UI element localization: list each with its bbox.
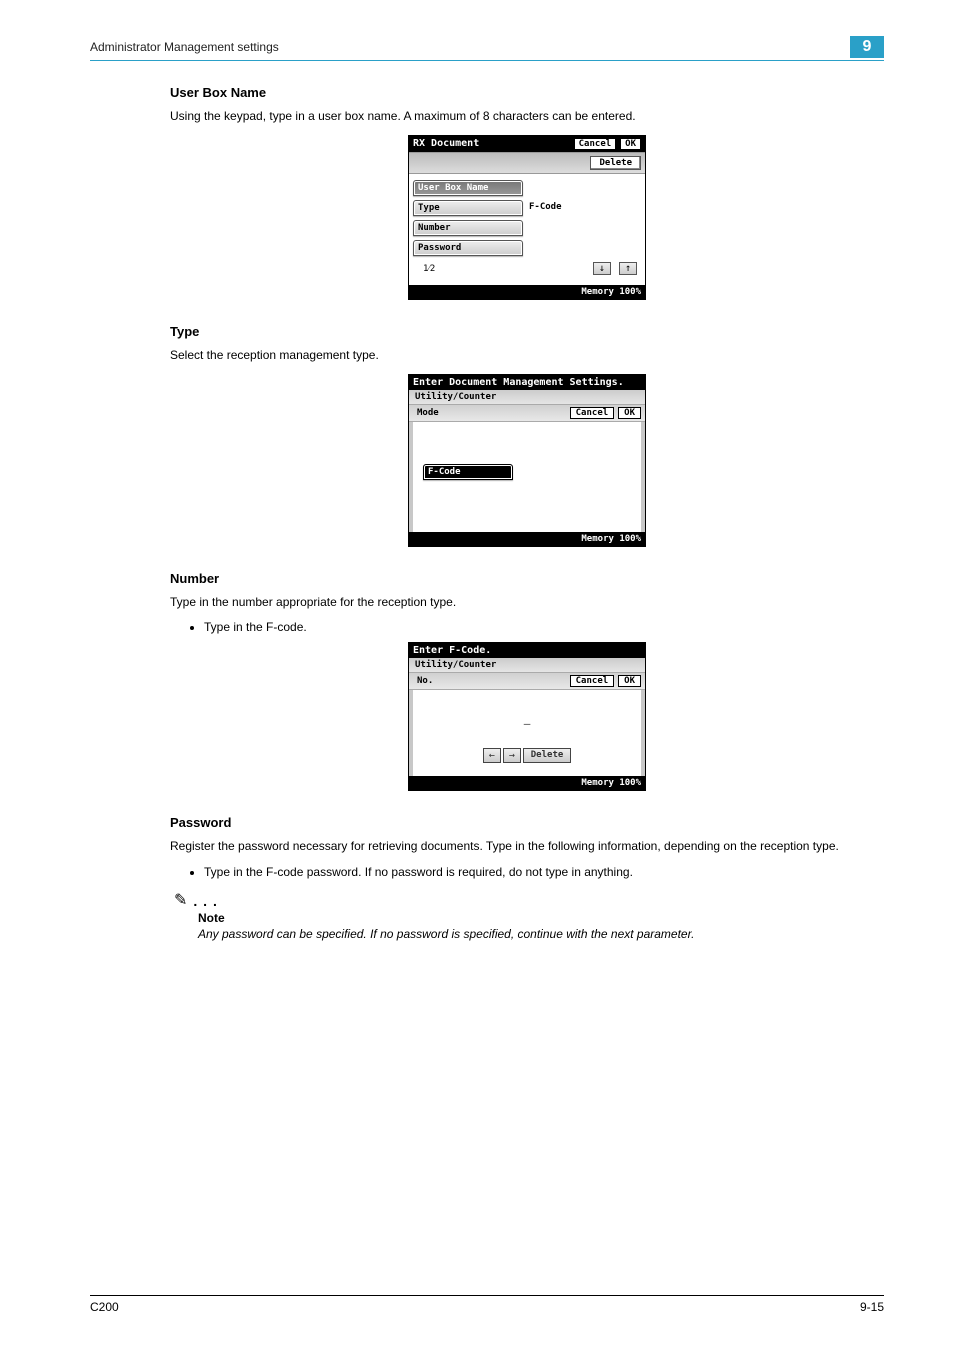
lcd3-breadcrumb: Utility/Counter (409, 658, 645, 672)
number-bullet: Type in the F-code. (204, 620, 884, 634)
lcd1-cancel-button[interactable]: Cancel (574, 138, 617, 150)
lcd3-delete-button[interactable]: Delete (523, 748, 572, 763)
lcd3-left-arrow-button[interactable]: ← (483, 748, 501, 763)
lcd3-prompt: Enter F-Code. (413, 645, 491, 656)
note-ellipsis-icon: . . . (193, 893, 217, 909)
footer-page-number: 9-15 (860, 1300, 884, 1314)
lcd2-breadcrumb: Utility/Counter (409, 390, 645, 404)
password-description: Register the password necessary for retr… (170, 838, 884, 855)
lcd2-cancel-button[interactable]: Cancel (570, 407, 615, 419)
lcd1-tab-type[interactable]: Type (413, 200, 523, 216)
section-heading-type: Type (170, 324, 884, 339)
lcd3-right-arrow-button[interactable]: → (503, 748, 521, 763)
lcd1-tab-password[interactable]: Password (413, 240, 523, 256)
lcd2-fcode-option[interactable]: F-Code (423, 464, 513, 480)
lcd3-no-label: No. (413, 676, 437, 686)
lcd2-prompt: Enter Document Management Settings. (413, 377, 624, 388)
header-title: Administrator Management settings (90, 40, 279, 54)
section-heading-number: Number (170, 571, 884, 586)
lcd2-ok-button[interactable]: OK (618, 407, 641, 419)
lcd3-cursor: — (524, 717, 531, 730)
lcd1-delete-button[interactable]: Delete (590, 156, 641, 170)
note-icon: ✎ (174, 893, 187, 909)
footer-product: C200 (90, 1300, 119, 1314)
type-description: Select the reception management type. (170, 347, 884, 364)
lcd-screen-management-settings: Enter Document Management Settings. Util… (408, 374, 646, 547)
lcd2-memory-status: Memory 100% (409, 532, 645, 546)
lcd3-ok-button[interactable]: OK (618, 675, 641, 687)
lcd3-cancel-button[interactable]: Cancel (570, 675, 615, 687)
lcd1-title: RX Document (413, 138, 479, 149)
lcd1-pager: 1⁄2 (423, 263, 435, 274)
lcd1-type-value: F-Code (523, 200, 641, 216)
password-bullet: Type in the F-code password. If no passw… (204, 865, 884, 879)
section-heading-user-box-name: User Box Name (170, 85, 884, 100)
lcd1-tab-user-box-name[interactable]: User Box Name (413, 180, 523, 196)
lcd-screen-rx-document: RX Document Cancel OK Delete User Box Na… (408, 135, 646, 300)
lcd2-mode-label: Mode (413, 408, 443, 418)
user-box-name-description: Using the keypad, type in a user box nam… (170, 108, 884, 125)
number-description: Type in the number appropriate for the r… (170, 594, 884, 611)
lcd1-memory-status: Memory 100% (409, 285, 645, 299)
lcd3-memory-status: Memory 100% (409, 776, 645, 790)
note-text: Any password can be specified. If no pas… (198, 927, 874, 941)
lcd1-tab-number[interactable]: Number (413, 220, 523, 236)
page-footer: C200 9-15 (90, 1295, 884, 1314)
lcd-screen-fcode: Enter F-Code. Utility/Counter No. Cancel… (408, 642, 646, 791)
section-heading-password: Password (170, 815, 884, 830)
lcd1-up-arrow-button[interactable]: ↑ (619, 262, 637, 275)
page-header: Administrator Management settings 9 (90, 36, 884, 61)
note-label: Note (198, 911, 874, 925)
lcd1-ok-button[interactable]: OK (620, 138, 641, 150)
lcd1-down-arrow-button[interactable]: ↓ (593, 262, 611, 275)
note-block: ✎ . . . Note Any password can be specifi… (174, 893, 874, 941)
chapter-number-badge: 9 (850, 36, 884, 58)
